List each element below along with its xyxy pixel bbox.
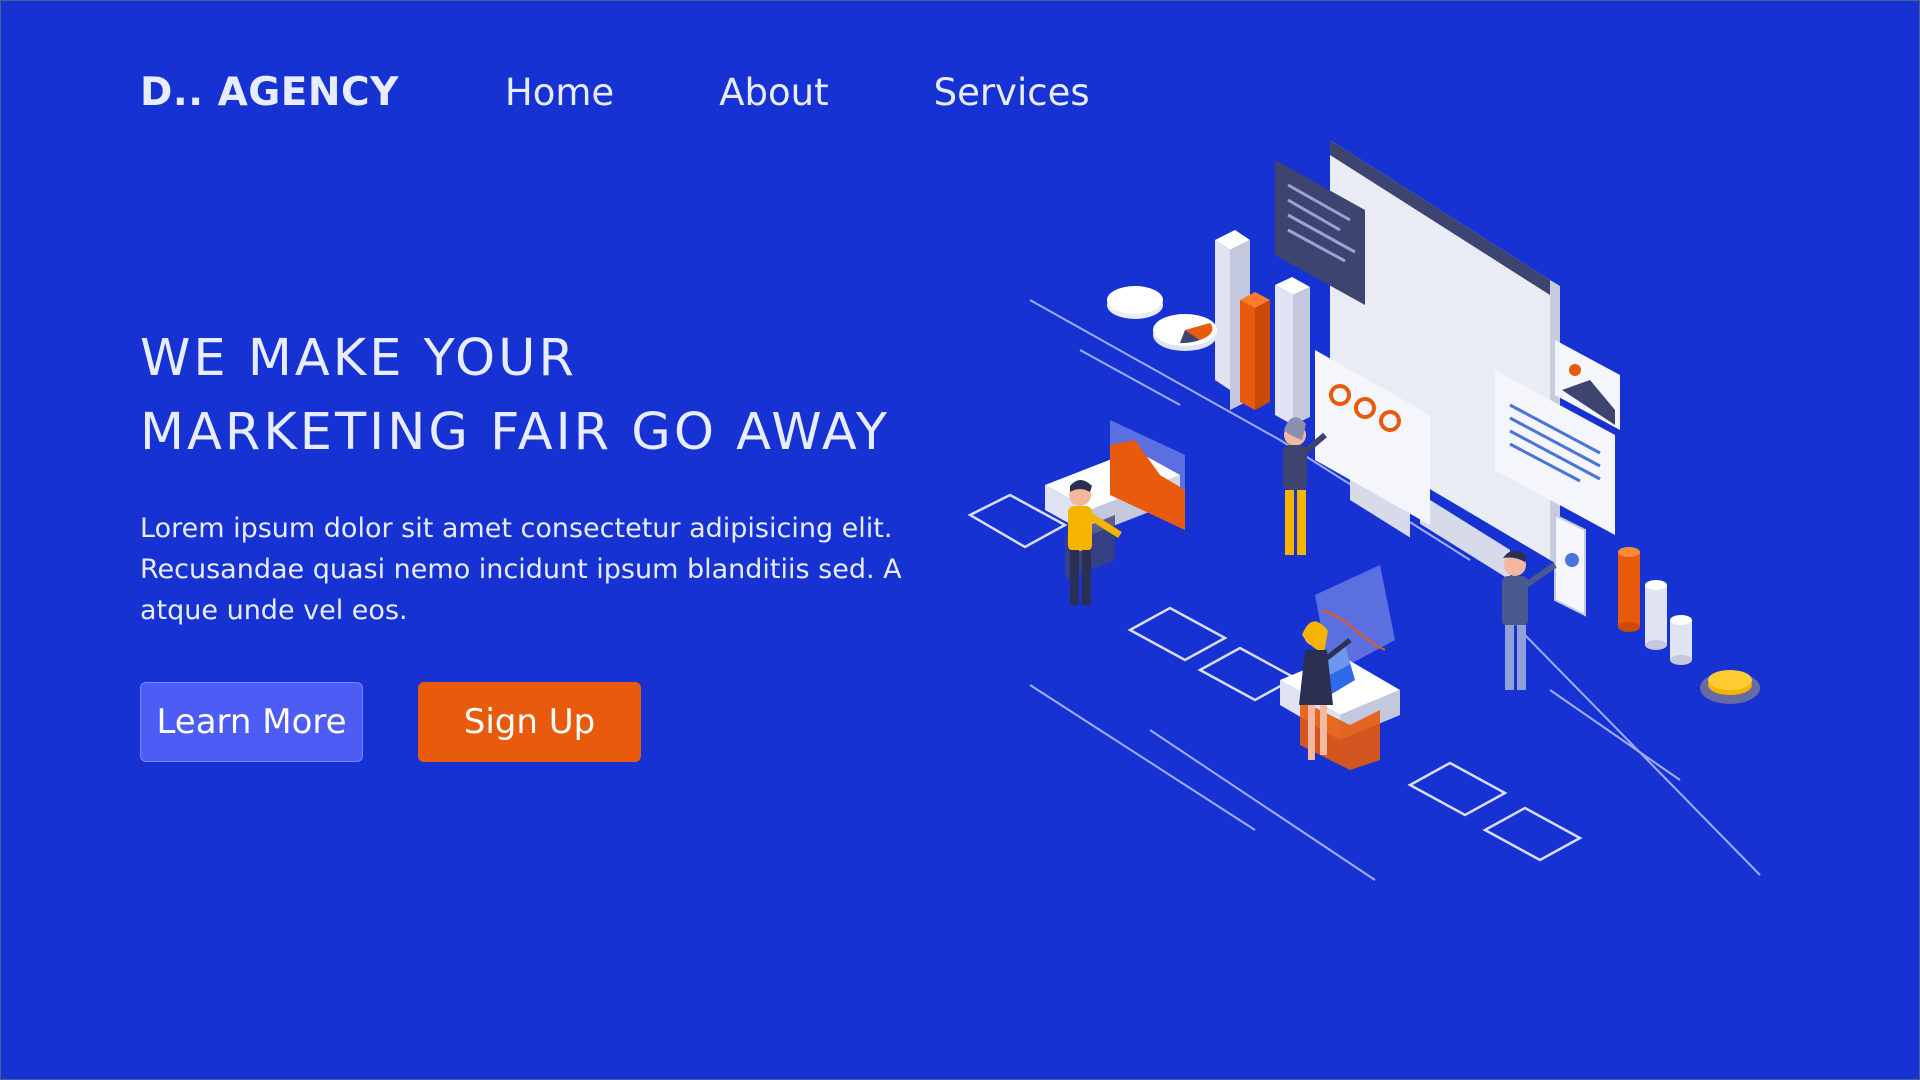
- hero-title-line-1: WE MAKE YOUR: [140, 329, 577, 388]
- person-right: [1502, 550, 1557, 690]
- hero-description: Lorem ipsum dolor sit amet consectetur a…: [140, 513, 902, 626]
- learn-more-button[interactable]: Learn More: [140, 682, 363, 762]
- sign-up-button[interactable]: Sign Up: [418, 682, 641, 762]
- pie-chart-icon: [1153, 314, 1217, 351]
- browser-window: [1330, 140, 1560, 580]
- site-header: D.. AGENCY Home About Services: [140, 62, 1090, 122]
- bottom-desk: [1280, 565, 1400, 770]
- coin-icon: [1700, 670, 1760, 704]
- nav-services-link[interactable]: Services: [934, 71, 1090, 114]
- nav-home-link[interactable]: Home: [505, 71, 614, 114]
- cylinder-chart-right: [1618, 547, 1692, 665]
- person-center: [1283, 417, 1327, 555]
- hero-title: WE MAKE YOUR MARKETING FAIR GO AWAY: [140, 322, 940, 470]
- hero-buttons: Learn More Sign Up: [140, 682, 641, 762]
- main-nav: Home About Services: [505, 71, 1090, 114]
- isometric-marketing-illustration: [950, 140, 1780, 900]
- phone-device: [1554, 513, 1586, 617]
- left-desk: [1045, 420, 1185, 580]
- gear-icon: [1107, 286, 1163, 319]
- logo[interactable]: D.. AGENCY: [140, 70, 399, 115]
- hero-title-line-2: MARKETING FAIR GO AWAY: [140, 403, 890, 462]
- nav-about-link[interactable]: About: [719, 71, 828, 114]
- hero-section: WE MAKE YOUR MARKETING FAIR GO AWAY Lore…: [140, 322, 940, 631]
